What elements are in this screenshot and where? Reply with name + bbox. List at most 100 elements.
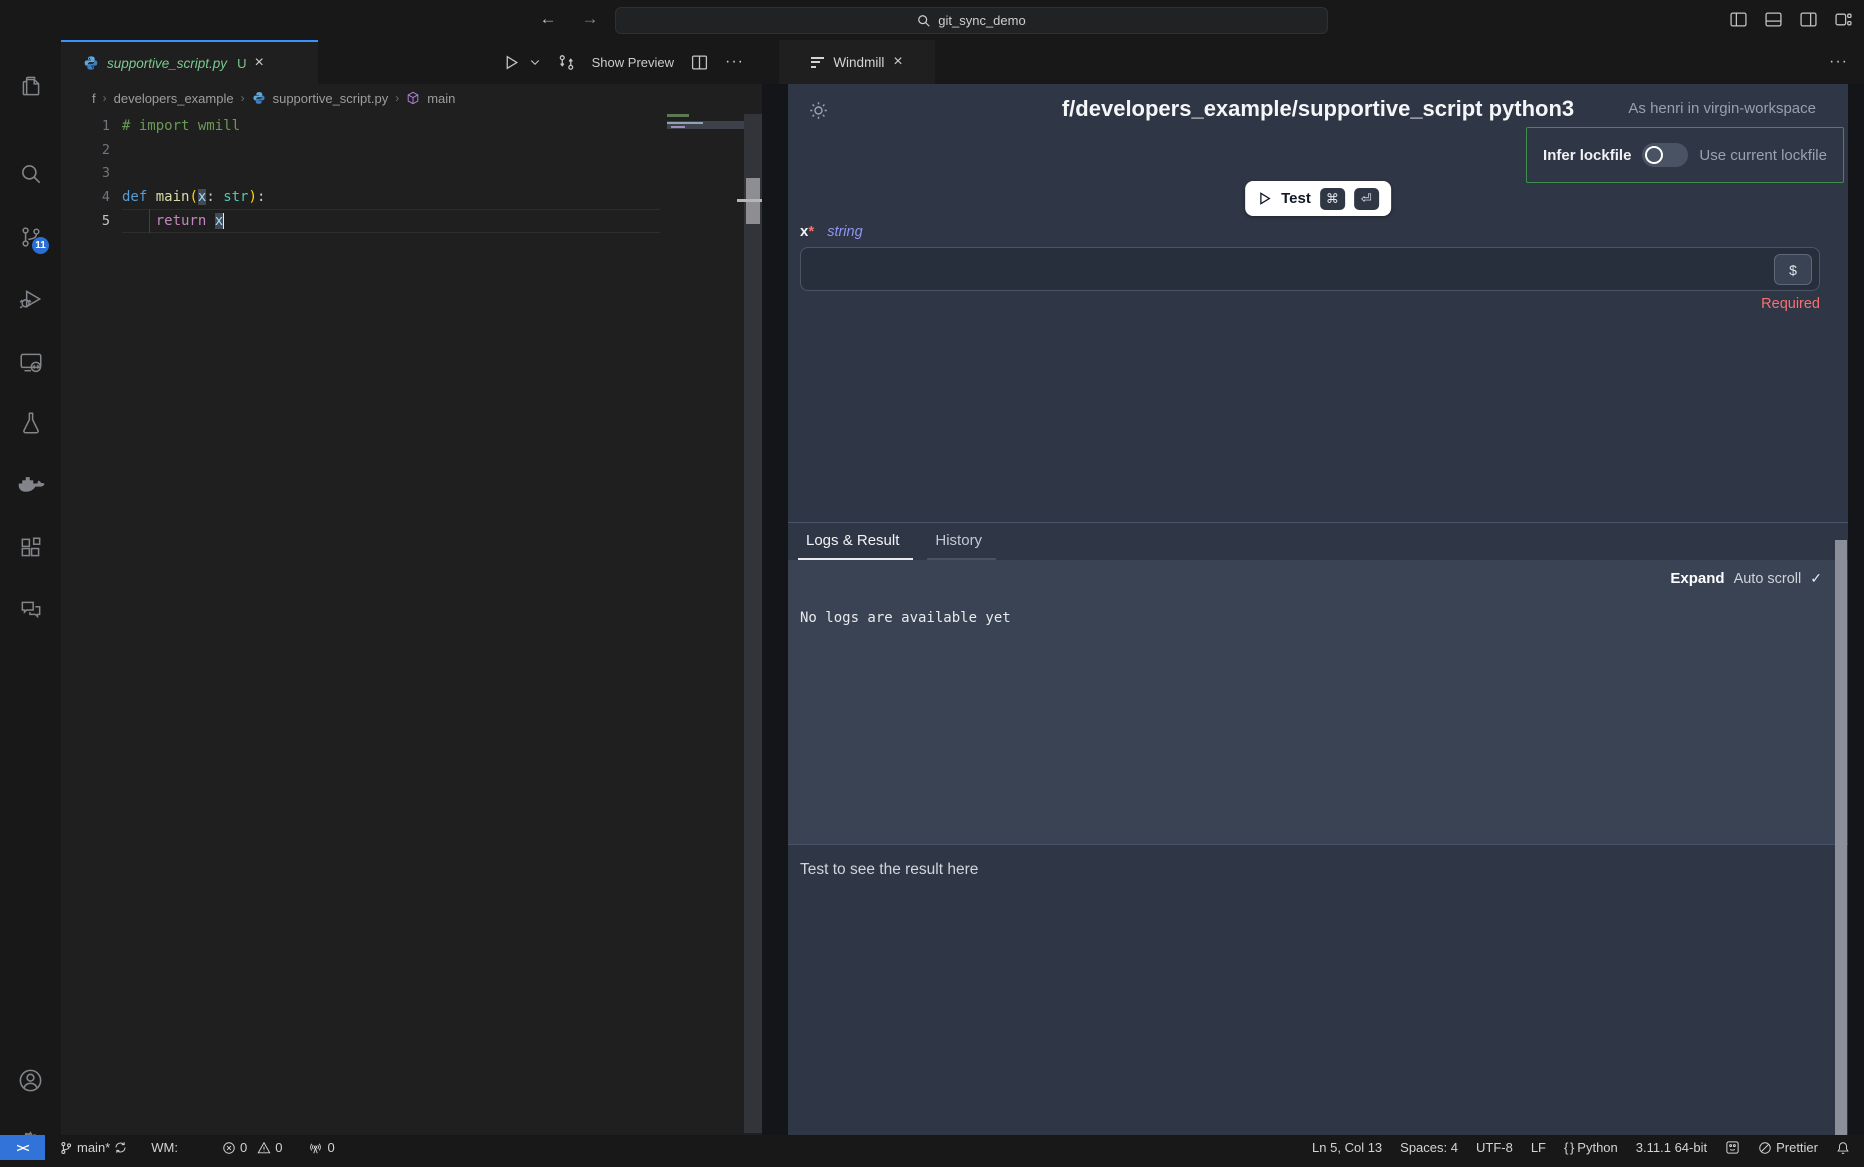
result-area: Test to see the result here (788, 844, 1848, 1135)
play-icon (1257, 191, 1272, 206)
result-placeholder: Test to see the result here (800, 861, 978, 879)
remote-indicator[interactable]: >< (0, 1135, 45, 1160)
result-tabs: Logs & Result History (788, 522, 1848, 560)
encoding-item[interactable]: UTF-8 (1476, 1140, 1513, 1155)
source-control-icon[interactable]: 11 (0, 213, 61, 261)
tab-filename: supportive_script.py (107, 56, 227, 71)
tab-supportive-script[interactable]: supportive_script.py U × (61, 40, 318, 84)
indentation-item[interactable]: Spaces: 4 (1400, 1140, 1458, 1155)
split-editor-icon[interactable] (691, 54, 708, 71)
docker-icon[interactable] (0, 462, 61, 510)
tab-history[interactable]: History (927, 532, 996, 560)
more-actions-icon[interactable]: ··· (725, 53, 744, 71)
explorer-icon[interactable] (0, 62, 61, 110)
breadcrumb-file[interactable]: supportive_script.py (273, 91, 389, 106)
infer-lockfile-label: Infer lockfile (1543, 147, 1631, 164)
cmd-key-icon: ⌘ (1320, 188, 1345, 210)
notifications-bell-icon[interactable] (1836, 1141, 1850, 1155)
autoscroll-label[interactable]: Auto scroll (1734, 571, 1802, 587)
more-actions-icon[interactable]: ··· (1829, 40, 1848, 84)
show-preview-button[interactable]: Show Preview (592, 55, 674, 70)
run-dropdown-chevron-icon[interactable] (529, 56, 541, 68)
tab-close-icon[interactable]: × (254, 55, 263, 71)
code-lines: 1# import wmill234def main(x: str):5 ret… (61, 115, 265, 233)
windmill-panel: f/developers_example/supportive_script p… (788, 84, 1848, 1135)
run-file-icon[interactable] (503, 54, 520, 71)
search-value: git_sync_demo (938, 13, 1025, 28)
logs-area: Expand Auto scroll ✓ No logs are availab… (788, 560, 1848, 844)
command-center-search[interactable]: git_sync_demo (615, 7, 1328, 34)
activity-bar: 11 (0, 40, 61, 1135)
status-bar: >< main* WM: 0 0 0 Ln 5, Col 13 Spaces: … (0, 1135, 1864, 1160)
logs-empty-message: No logs are available yet (800, 610, 1011, 626)
toggle-primary-sidebar-icon[interactable] (1730, 11, 1747, 28)
tab-git-status: U (237, 56, 246, 71)
git-branch-item[interactable]: main* (59, 1140, 127, 1155)
error-icon (222, 1141, 236, 1155)
run-as-label: As henri in virgin-workspace (1628, 100, 1816, 117)
python-interpreter-item[interactable]: 3.11.1 64-bit (1636, 1140, 1707, 1155)
lockfile-toggle[interactable] (1642, 143, 1688, 167)
enter-key-icon: ⏎ (1354, 188, 1379, 210)
windmill-webview: f/developers_example/supportive_script p… (762, 84, 1864, 1135)
breadcrumb-folder[interactable]: developers_example (114, 91, 234, 106)
checkmark-icon: ✓ (1810, 570, 1822, 587)
variable-picker-button[interactable]: $ (1774, 254, 1812, 285)
forward-icon[interactable]: → (578, 9, 602, 29)
lockfile-toggle-group: Infer lockfile Use current lockfile (1526, 127, 1844, 183)
search-icon (917, 14, 931, 28)
comments-icon[interactable] (0, 586, 61, 634)
ports-item[interactable]: 0 (308, 1140, 334, 1155)
minimap-line (671, 126, 685, 129)
prettier-item[interactable]: Prettier (1758, 1140, 1818, 1155)
breadcrumb: f › developers_example › supportive_scri… (61, 84, 762, 112)
toggle-panel-icon[interactable] (1765, 11, 1782, 28)
language-mode-item[interactable]: { } Python (1564, 1140, 1618, 1155)
minimap-line (667, 114, 689, 117)
code-editor[interactable]: 1# import wmill234def main(x: str):5 ret… (61, 112, 762, 1135)
back-icon[interactable]: ← (536, 9, 560, 29)
title-bar: ← → git_sync_demo (0, 0, 1864, 40)
symbol-method-icon (406, 91, 420, 105)
slash-circle-icon (1758, 1141, 1772, 1155)
toggle-secondary-sidebar-icon[interactable] (1800, 11, 1817, 28)
windmill-status-item[interactable]: WM: (151, 1140, 178, 1155)
tab-logs-result[interactable]: Logs & Result (798, 532, 913, 560)
minimap-line (667, 122, 703, 125)
compare-changes-icon[interactable] (558, 54, 575, 71)
braces-icon: { } (1564, 1140, 1573, 1155)
python-file-icon (252, 91, 266, 105)
x-string-input[interactable]: $ (800, 247, 1820, 291)
problems-item[interactable]: 0 0 (222, 1140, 282, 1155)
required-message: Required (1761, 296, 1820, 312)
search-sidebar-icon[interactable] (0, 150, 61, 198)
radio-tower-icon (308, 1141, 323, 1155)
source-control-badge: 11 (32, 237, 49, 254)
breadcrumb-root[interactable]: f (92, 91, 96, 106)
accounts-icon[interactable] (0, 1056, 61, 1104)
breadcrumb-symbol[interactable]: main (427, 91, 455, 106)
testing-icon[interactable] (0, 399, 61, 447)
extension-grid-icon[interactable] (1725, 1140, 1740, 1155)
python-file-icon (83, 55, 99, 71)
cursor-position-item[interactable]: Ln 5, Col 13 (1312, 1140, 1382, 1155)
eol-item[interactable]: LF (1531, 1140, 1546, 1155)
field-label: x*string (800, 223, 863, 240)
extensions-icon[interactable] (0, 524, 61, 572)
webview-scrollbar-thumb[interactable] (1835, 540, 1847, 1135)
tab-bar: supportive_script.py U × Show Preview ··… (61, 40, 762, 84)
sync-icon (114, 1141, 127, 1154)
warning-icon (257, 1141, 271, 1155)
customize-layout-icon[interactable] (1835, 11, 1852, 28)
tab-close-icon[interactable]: × (893, 54, 902, 70)
expand-button[interactable]: Expand (1670, 570, 1724, 587)
editor-scrollbar[interactable] (744, 114, 762, 1133)
remote-explorer-icon[interactable] (0, 338, 61, 386)
tab-windmill[interactable]: Windmill × (779, 40, 935, 84)
tab-label: Windmill (833, 55, 884, 70)
editor-group-2: Windmill × ··· f/developers_example/supp… (762, 40, 1864, 1135)
tab-bar: Windmill × ··· (762, 40, 1864, 84)
overview-ruler-cursor-mark (737, 199, 762, 202)
run-debug-icon[interactable] (0, 275, 61, 323)
test-button[interactable]: Test ⌘ ⏎ (1245, 181, 1391, 216)
